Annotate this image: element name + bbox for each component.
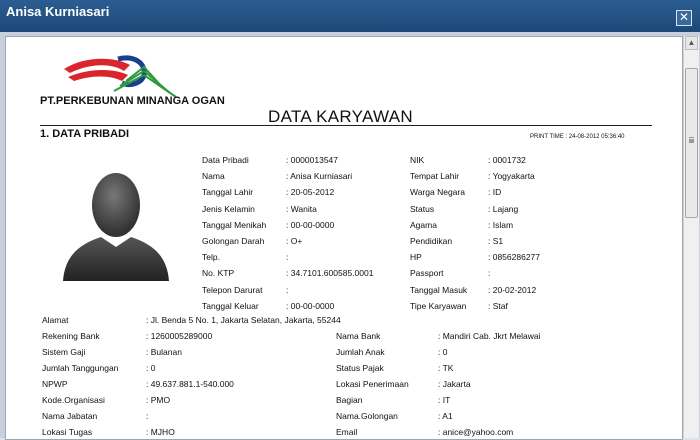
field-value: : Islam (488, 219, 514, 230)
field-value: : IT (438, 395, 451, 405)
field-label: Passport (410, 268, 444, 279)
field-label: Nama Jabatan (42, 411, 98, 421)
field-label: No. KTP (202, 268, 235, 279)
field-value: : anice@yahoo.com (438, 427, 514, 437)
field-label: Kode.Organisasi (42, 395, 105, 405)
field-value: : Lajang (488, 203, 519, 214)
field-label: Telepon Darurat (202, 284, 263, 295)
field-label: Jenis Kelamin (202, 203, 255, 214)
field-value: : Yogyakarta (488, 171, 535, 182)
user-silhouette-icon (63, 173, 169, 281)
field-label: Bagian (336, 395, 363, 405)
field-value: : A1 (438, 411, 453, 421)
field-value: : 0000013547 (286, 155, 338, 165)
field-value: : Wanita (286, 203, 317, 214)
chevron-up-icon: ▲ (687, 38, 696, 47)
field-value: : Bulanan (146, 347, 182, 357)
field-value: : 20-05-2012 (286, 187, 335, 198)
grip-icon (689, 137, 694, 139)
document-title: DATA KARYAWAN (268, 107, 413, 126)
field-label: Pendidikan (410, 236, 453, 246)
field-value: : Staf (488, 300, 508, 311)
field-value: : 0001732 (488, 155, 526, 165)
field-label: Agama (410, 219, 437, 230)
field-value: : (488, 268, 491, 279)
field-value: : PMO (146, 395, 171, 405)
field-label: Jumlah Tanggungan (42, 363, 119, 373)
field-label: Alamat (42, 315, 69, 325)
vertical-scrollbar[interactable]: ▲ (683, 36, 699, 438)
field-label: Sistem Gaji (42, 347, 86, 357)
company-logo (64, 55, 177, 98)
field-label: Tanggal Menikah (202, 219, 267, 230)
window-titlebar: Anisa Kurniasari ✕ (0, 0, 700, 32)
scroll-thumb[interactable] (685, 68, 698, 218)
field-label: Status Pajak (336, 363, 384, 373)
field-label: Tanggal Lahir (202, 187, 254, 198)
divider (40, 125, 652, 126)
field-value: : MJHO (146, 427, 175, 437)
field-value: : 49.637.881.1-540.000 (146, 379, 234, 389)
field-value: : TK (438, 363, 454, 373)
field-value: : 1260005289000 (146, 331, 213, 341)
field-label: Jumlah Anak (336, 347, 385, 357)
field-value: : 0856286277 (488, 252, 540, 263)
field-label: NPWP (42, 379, 68, 389)
field-label: Tanggal Masuk (410, 284, 468, 295)
field-value: : 20-02-2012 (488, 284, 537, 295)
field-value: : S1 (488, 236, 504, 246)
field-value: : 00-00-0000 (286, 300, 335, 311)
field-label: Tipe Karyawan (410, 300, 467, 311)
field-label: Email (336, 427, 358, 437)
field-value: : 0 (438, 347, 448, 357)
field-label: HP (410, 252, 422, 263)
window-title: Anisa Kurniasari (6, 4, 110, 19)
field-value: : (146, 411, 149, 421)
field-value: : 34.7101.600585.0001 (286, 268, 374, 279)
field-value: : Jakarta (438, 379, 471, 389)
print-time: PRINT TIME : 24-08-2012 05:36:40 (530, 134, 625, 140)
field-label: Telp. (202, 252, 220, 263)
field-value: : 0 (146, 363, 156, 373)
field-value: : ID (488, 187, 502, 198)
field-value: : (286, 252, 289, 263)
field-value: : (286, 284, 289, 295)
field-label: Lokasi Penerimaan (336, 379, 409, 389)
field-label: Rekening Bank (42, 331, 100, 341)
document-frame: PT.PERKEBUNAN MINANGA OGAN DATA KARYAWAN… (0, 32, 700, 440)
field-label: Lokasi Tugas (42, 427, 93, 437)
field-label: Nama.Golongan (336, 411, 398, 421)
field-label: Golongan Darah (202, 236, 265, 246)
field-label: NIK (410, 155, 425, 165)
document-page: PT.PERKEBUNAN MINANGA OGAN DATA KARYAWAN… (5, 36, 683, 440)
field-label: Nama (202, 171, 225, 182)
field-label: Warga Negara (410, 187, 465, 198)
field-label: Nama Bank (336, 331, 381, 341)
scroll-up-button[interactable]: ▲ (685, 36, 698, 50)
field-label: Tanggal Keluar (202, 300, 259, 311)
close-icon: ✕ (678, 10, 690, 24)
field-label: Status (410, 203, 435, 214)
field-value: : 00-00-0000 (286, 219, 335, 230)
field-label: Tempat Lahir (410, 171, 460, 182)
section-title: 1. DATA PRIBADI (40, 128, 130, 140)
field-value: : Anisa Kurniasari (286, 171, 353, 182)
field-label: Data Pribadi (202, 155, 249, 165)
company-name: PT.PERKEBUNAN MINANGA OGAN (40, 95, 225, 107)
field-value: : Jl. Benda 5 No. 1, Jakarta Selatan, Ja… (146, 315, 341, 325)
field-value: : Mandiri Cab. Jkrt Melawai (438, 331, 541, 341)
field-value: : O+ (286, 236, 303, 246)
close-button[interactable]: ✕ (676, 10, 692, 26)
